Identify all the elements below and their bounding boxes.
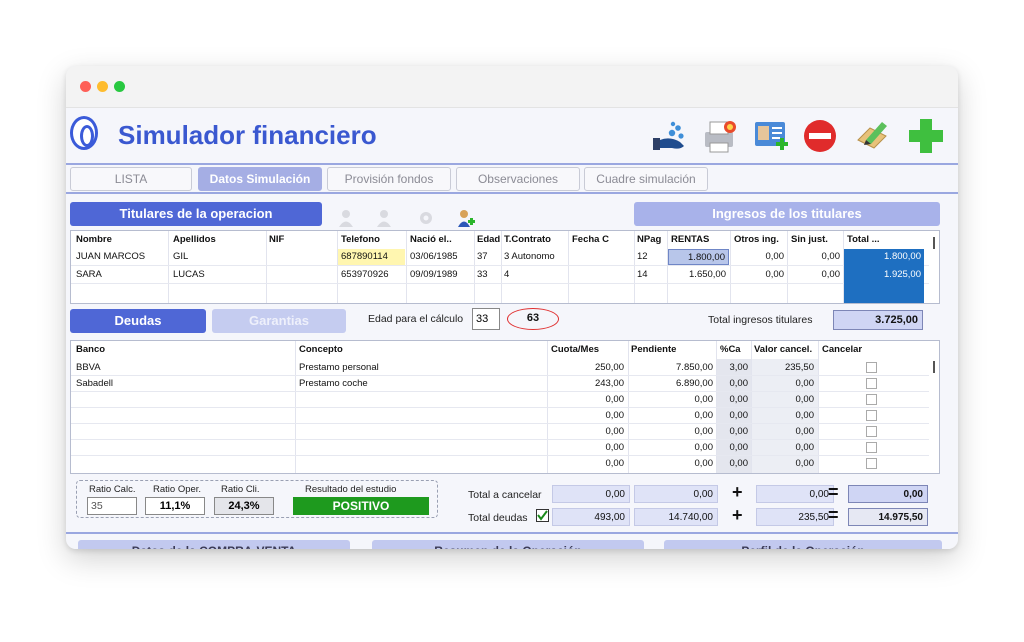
person-outline-icon[interactable] [374,208,394,228]
ratio-calc-label: Ratio Calc. [89,484,136,495]
total-cancelar-cuota: 0,00 [552,485,630,503]
ingresos-button[interactable]: Ingresos de los titulares [634,202,940,226]
tabs-divider [66,192,958,194]
stop-remove-icon[interactable] [800,116,840,156]
equals-operator: = [828,505,839,525]
col-cuota-header[interactable]: Cuota/Mes [551,344,599,355]
tab-lista[interactable]: LISTA [70,167,192,191]
cancelar-checkbox[interactable] [866,362,877,373]
tab-datos-simulacion[interactable]: Datos Simulación [198,167,322,191]
compra-venta-button[interactable]: Datos de la COMPRA-VENTA [78,540,350,549]
plus-operator: + [732,505,743,525]
cancelar-checkbox[interactable] [866,410,877,421]
checkbox-checked-icon[interactable] [536,509,549,522]
col-fechac-header[interactable]: Fecha C [572,234,609,245]
col-concepto-header[interactable]: Concepto [299,344,343,355]
total-deudas-label: Total deudas [468,512,528,524]
resultado-label: Resultado del estudio [305,484,397,495]
perfil-operacion-button[interactable]: Perfil de la Operación [664,540,942,549]
tab-cuadre-simulacion[interactable]: Cuadre simulación [584,167,708,191]
col-telefono-header[interactable]: Telefono [341,234,380,245]
titulares-table: Nombre Apellidos NIF Telefono Nació el..… [70,230,940,304]
col-tcontrato-header[interactable]: T.Contrato [504,234,551,245]
add-plus-icon[interactable] [906,116,946,156]
app-logo-icon [70,116,98,150]
app-window: Simulador financiero LISTA Datos Simulac… [66,66,958,549]
total-ingresos-value: 3.725,00 [833,310,923,330]
edit-pencil-icon[interactable] [852,116,892,156]
minimize-window-button[interactable] [97,81,108,92]
edad-calculo-label: Edad para el cálculo [368,313,464,325]
app-title: Simulador financiero [118,120,377,150]
col-nombre-header[interactable]: Nombre [76,234,112,245]
edad-result-badge: 63 [507,308,559,330]
cancelar-checkbox[interactable] [866,394,877,405]
resultado-badge: POSITIVO [293,497,429,515]
total-deudas-pendiente: 14.740,00 [634,508,718,526]
close-window-button[interactable] [80,81,91,92]
window-titlebar [66,66,958,108]
col-otros-header[interactable]: Otros ing. [734,234,779,245]
col-cancelar-header[interactable]: Cancelar [822,344,862,355]
add-person-icon[interactable] [456,208,476,228]
col-npag-header[interactable]: NPag [637,234,661,245]
col-apellidos-header[interactable]: Apellidos [173,234,216,245]
cancelar-checkbox[interactable] [866,378,877,389]
total-cancelar-valor: 0,00 [756,485,834,503]
col-total-header[interactable]: Total ... [847,234,880,245]
scrollbar-deudas[interactable] [933,361,935,373]
garantias-button[interactable]: Garantias [212,309,346,333]
add-contact-card-icon[interactable] [752,116,792,156]
scrollbar-titulares[interactable] [933,237,935,249]
resumen-operacion-button[interactable]: Resumen de la Operación [372,540,644,549]
col-edad-header[interactable]: Edad [477,234,500,245]
col-nacio-header[interactable]: Nació el.. [410,234,452,245]
col-rentas-header[interactable]: RENTAS [671,234,709,245]
ratio-oper-value: 11,1% [145,497,205,515]
col-valor-header[interactable]: Valor cancel. [754,344,812,355]
ratio-cli-value: 24,3% [214,497,274,515]
cancelar-checkbox[interactable] [866,442,877,453]
cancelar-checkbox[interactable] [866,426,877,437]
col-nif-header[interactable]: NIF [269,234,284,245]
total-cancelar-label: Total a cancelar [468,489,542,501]
maximize-window-button[interactable] [114,81,125,92]
app-content: Simulador financiero LISTA Datos Simulac… [66,108,958,549]
titulares-button[interactable]: Titulares de la operacion [70,202,322,226]
edad-calculo-input[interactable]: 33 [472,308,500,330]
total-cancelar-pendiente: 0,00 [634,485,718,503]
ratios-panel: Ratio Calc. 35 Ratio Oper. 11,1% Ratio C… [76,480,438,518]
deudas-table: Banco Concepto Cuota/Mes Pendiente %Ca V… [70,340,940,474]
ratio-cli-label: Ratio Cli. [221,484,260,495]
total-deudas-valor: 235,50 [756,508,834,526]
person-icon[interactable] [336,208,356,228]
bottom-divider [66,532,958,534]
total-deudas-result: 14.975,50 [848,508,928,526]
col-pendiente-header[interactable]: Pendiente [631,344,676,355]
ratio-calc-input[interactable]: 35 [87,497,137,515]
tab-bar: LISTA Datos Simulación Provisión fondos … [66,163,958,191]
tab-observaciones[interactable]: Observaciones [456,167,580,191]
cancelar-checkbox[interactable] [866,458,877,469]
col-banco-header[interactable]: Banco [76,344,105,355]
total-deudas-cuota: 493,00 [552,508,630,526]
ratio-oper-label: Ratio Oper. [153,484,202,495]
hand-coins-icon[interactable] [650,116,690,156]
plus-operator: + [732,482,743,502]
col-pca-header[interactable]: %Ca [720,344,741,355]
tab-provision-fondos[interactable]: Provisión fondos [327,167,451,191]
equals-operator: = [828,482,839,502]
deudas-button[interactable]: Deudas [70,309,206,333]
col-sinjust-header[interactable]: Sin just. [791,234,828,245]
total-ingresos-label: Total ingresos titulares [708,314,813,326]
gear-icon[interactable] [416,208,436,228]
printer-icon[interactable] [700,116,740,156]
total-cancelar-result: 0,00 [848,485,928,503]
